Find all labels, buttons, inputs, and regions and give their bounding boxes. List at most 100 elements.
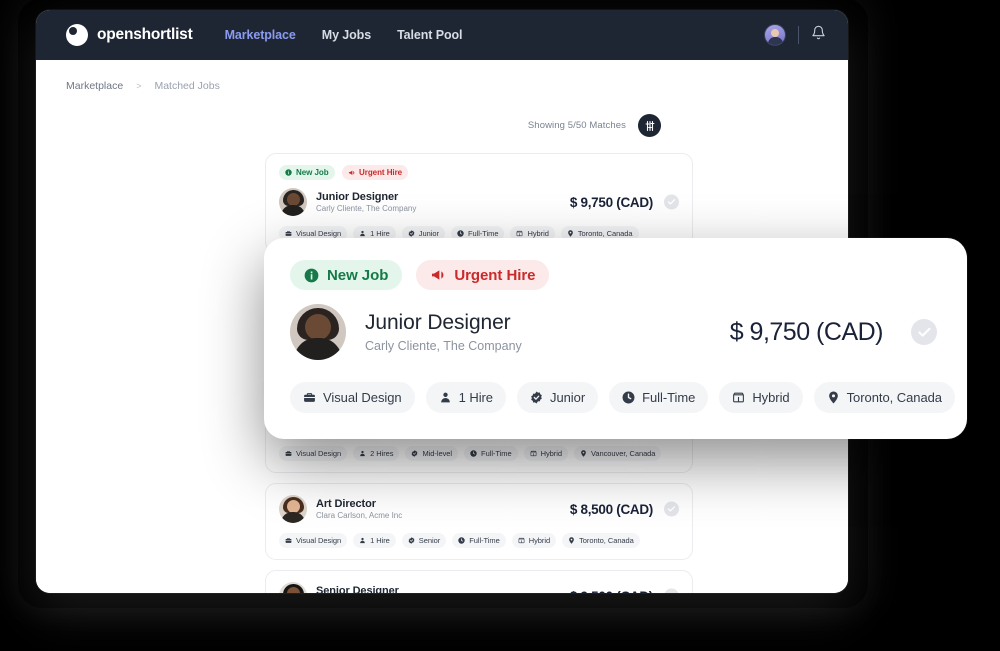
badge-label: New Job	[296, 168, 329, 177]
badge-check-icon	[408, 230, 415, 237]
tag-label: Toronto, Canada	[579, 536, 634, 545]
breadcrumb-separator-icon: >	[136, 81, 142, 91]
tag-label: Hybrid	[528, 536, 551, 545]
map-pin-icon	[581, 450, 586, 457]
job-card[interactable]: Art Director Clara Carlson, Acme Inc $ 8…	[265, 483, 693, 560]
clock-icon	[470, 450, 477, 457]
building-icon	[733, 392, 745, 403]
job-identity: Art Director Clara Carlson, Acme Inc	[316, 498, 402, 520]
tag-visual-design: Visual Design	[279, 533, 348, 548]
tag-visual-design: Visual Design	[290, 382, 415, 413]
nav-links: Marketplace My Jobs Talent Pool	[225, 28, 463, 42]
job-identity: Junior Designer Carly Cliente, The Compa…	[365, 311, 522, 353]
tag-work-mode: Hybrid	[511, 533, 557, 548]
person-icon	[360, 537, 365, 544]
badge-check-icon	[412, 450, 418, 457]
map-pin-icon	[569, 537, 574, 544]
job-card-main: Junior Designer Carly Cliente, The Compa…	[290, 304, 941, 360]
avatar	[279, 495, 307, 523]
tag-seniority: Senior	[401, 533, 447, 548]
match-count-label: Showing 5/50 Matches	[527, 120, 626, 131]
nav-right-controls	[764, 24, 826, 46]
brand-name: openshortlist	[97, 26, 193, 43]
tag-hires: 1 Hire	[425, 382, 506, 413]
scene-root: openshortlist Marketplace My Jobs Talent…	[0, 0, 1000, 651]
breadcrumb-matched-jobs: Matched Jobs	[154, 80, 220, 92]
person-icon	[360, 230, 365, 237]
tag-work-mode: Hybrid	[523, 446, 568, 461]
tag-label: Visual Design	[296, 229, 342, 238]
tag-label: Full-Time	[642, 390, 696, 405]
clock-icon	[457, 230, 464, 237]
tag-seniority: Junior	[517, 382, 599, 413]
sliders-icon[interactable]	[638, 114, 661, 137]
nav-link-talent-pool[interactable]: Talent Pool	[397, 28, 462, 42]
user-avatar[interactable]	[764, 24, 786, 46]
notifications-bell-icon[interactable]	[811, 25, 826, 45]
job-tag-row: Visual Design 1 Hire Senior Full-Time Hy…	[279, 533, 679, 548]
tag-hires: 2 Hires	[353, 446, 400, 461]
tag-seniority: Mid-level	[405, 446, 459, 461]
badge-label: New Job	[327, 266, 389, 284]
tag-label: 1 Hire	[370, 536, 390, 545]
briefcase-icon	[304, 393, 315, 402]
tag-location: Toronto, Canada	[813, 382, 955, 413]
job-card[interactable]: Senior Designer Cole Cadman, Prodigy Gro…	[265, 570, 693, 593]
job-price: $ 9,500 (CAD)	[570, 589, 679, 594]
select-job-checkmark-icon[interactable]	[664, 194, 679, 210]
tag-label: Toronto, Canada	[577, 229, 633, 238]
tag-label: Visual Design	[323, 390, 402, 405]
job-company: Carly Cliente, The Company	[316, 204, 417, 213]
job-role: Junior Designer	[365, 311, 511, 334]
map-pin-icon	[828, 391, 838, 404]
job-role: Senior Designer	[316, 585, 399, 593]
job-identity: Senior Designer Cole Cadman, Prodigy Gro…	[316, 585, 421, 593]
person-icon	[440, 392, 450, 403]
nav-link-marketplace[interactable]: Marketplace	[225, 28, 296, 42]
badge-check-icon	[531, 391, 542, 404]
tag-location: Toronto, Canada	[562, 533, 640, 548]
badge-label: Urgent Hire	[359, 168, 403, 177]
tag-commitment: Full-Time	[464, 446, 518, 461]
job-tag-row: Visual Design 2 Hires Mid-level Full-Tim…	[279, 446, 679, 461]
job-company: Clara Carlson, Acme Inc	[316, 511, 403, 520]
job-role: Junior Designer	[316, 191, 399, 203]
magnified-job-card[interactable]: New Job Urgent Hire Junior Designer Carl…	[264, 238, 967, 439]
tag-work-mode: Hybrid	[719, 382, 803, 413]
job-card-main: Junior Designer Carly Cliente, The Compa…	[279, 188, 679, 216]
breadcrumb-marketplace[interactable]: Marketplace	[66, 80, 123, 92]
job-price: $ 8,500 (CAD)	[569, 501, 653, 517]
tag-label: 2 Hires	[370, 449, 394, 458]
tag-label: 1 Hire	[458, 390, 493, 405]
tag-label: Hybrid	[752, 390, 790, 405]
tag-label: Full-Time	[481, 449, 512, 458]
brand-logo[interactable]: openshortlist	[66, 24, 193, 46]
nav-link-my-jobs[interactable]: My Jobs	[322, 28, 371, 42]
job-price: $ 9,750 (CAD)	[729, 317, 884, 346]
tag-label: Toronto, Canada	[846, 390, 942, 405]
info-icon	[304, 268, 319, 282]
tag-commitment: Full-Time	[609, 382, 709, 413]
building-icon	[517, 230, 523, 237]
briefcase-icon	[285, 451, 292, 456]
map-pin-icon	[568, 230, 573, 237]
job-company: Carly Cliente, The Company	[365, 339, 522, 353]
tag-label: Visual Design	[296, 449, 342, 458]
tag-label: 1 Hire	[370, 229, 390, 238]
badge-label: Urgent Hire	[454, 266, 536, 284]
status-badge-new-job: New Job	[290, 260, 403, 290]
megaphone-icon	[348, 170, 354, 175]
tag-visual-design: Visual Design	[279, 446, 348, 461]
tag-label: Full-Time	[469, 536, 500, 545]
select-job-checkmark-icon[interactable]	[911, 319, 937, 345]
clock-icon	[458, 537, 465, 544]
job-card-main: Senior Designer Cole Cadman, Prodigy Gro…	[279, 582, 679, 593]
megaphone-icon	[432, 270, 444, 280]
building-icon	[530, 450, 536, 457]
tag-label: Vancouver, Canada	[590, 449, 656, 458]
tag-label: Hybrid	[540, 449, 562, 458]
job-role: Art Director	[316, 498, 376, 510]
job-tag-row: Visual Design 1 Hire Junior Full-Time Hy…	[290, 382, 955, 413]
tag-label: Mid-level	[422, 449, 453, 458]
select-job-checkmark-icon[interactable]	[664, 501, 679, 517]
